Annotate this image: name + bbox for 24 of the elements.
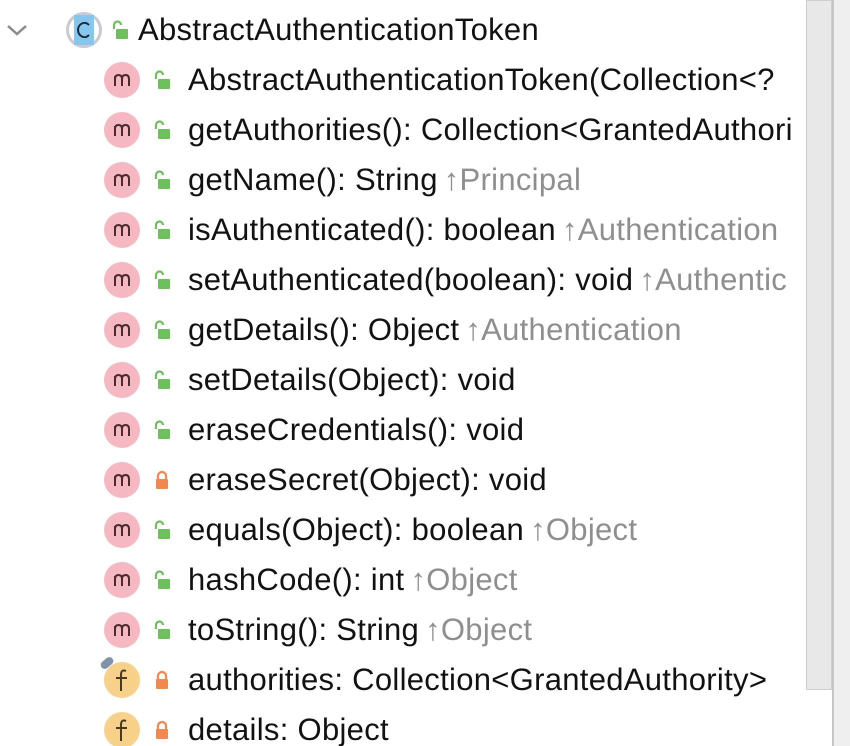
inherited-from: ↑Authentication	[562, 210, 778, 249]
member-signature[interactable]: getName(): String	[188, 156, 438, 204]
member-signature[interactable]: toString(): String	[188, 606, 420, 654]
member-signature[interactable]: AbstractAuthenticationToken(Collection<?	[188, 56, 775, 104]
member-signature[interactable]: setDetails(Object): void	[188, 356, 516, 404]
member-signature[interactable]: authorities: Collection<GrantedAuthority>	[188, 656, 768, 704]
member-signature[interactable]: eraseSecret(Object): void	[188, 456, 547, 504]
inherited-from: ↑Principal	[444, 160, 582, 199]
inherited-from: ↑Object	[530, 510, 638, 549]
member-signature[interactable]: hashCode(): int	[188, 556, 404, 604]
chevron-icon[interactable]	[6, 23, 28, 37]
member-signature[interactable]: isAuthenticated(): boolean	[188, 206, 556, 254]
member-signature[interactable]: setAuthenticated(boolean): void	[188, 256, 634, 304]
inherited-from: ↑Object	[410, 560, 518, 599]
inherited-from: ↑Authentication	[465, 310, 682, 349]
member-signature[interactable]: equals(Object): boolean	[188, 506, 524, 554]
member-signature[interactable]: details: Object	[188, 706, 389, 746]
member-signature[interactable]: eraseCredentials(): void	[188, 406, 524, 454]
member-signature[interactable]: getDetails(): Object	[188, 306, 460, 354]
inherited-from: ↑Authentic	[639, 260, 788, 299]
member-signature[interactable]: getAuthorities(): Collection<GrantedAuthori	[188, 106, 793, 154]
inherited-from: ↑Object	[425, 610, 532, 649]
class-name[interactable]: AbstractAuthenticationToken	[138, 6, 540, 54]
scrollbar-thumb[interactable]	[806, 0, 832, 690]
